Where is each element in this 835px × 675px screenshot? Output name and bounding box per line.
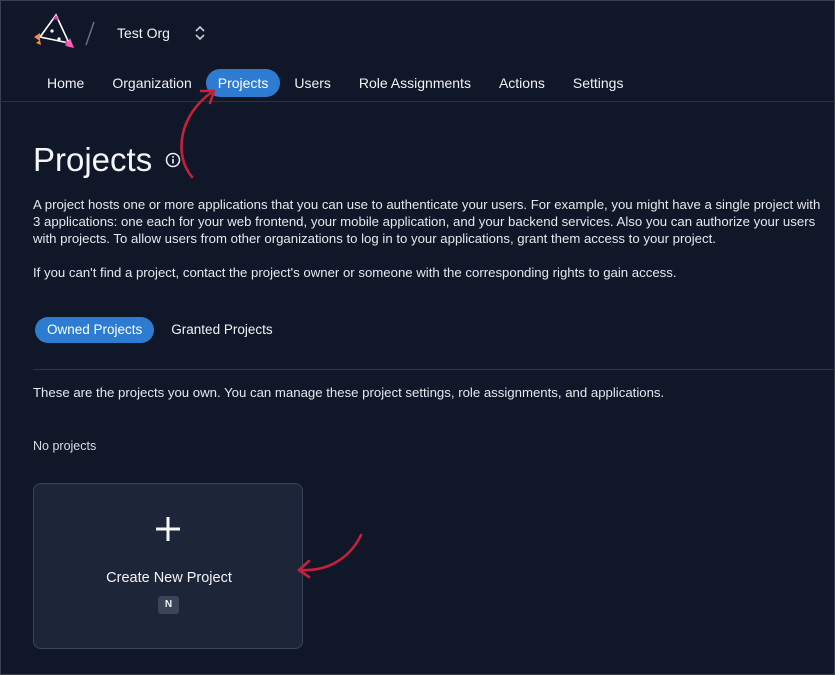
nav-home[interactable]: Home bbox=[33, 69, 98, 97]
page-description-access: If you can't find a project, contact the… bbox=[33, 265, 677, 280]
nav-role-assignments[interactable]: Role Assignments bbox=[345, 69, 485, 97]
annotation-arrow-icon bbox=[297, 533, 363, 579]
nav-settings[interactable]: Settings bbox=[559, 69, 638, 97]
create-new-project-label: Create New Project bbox=[106, 570, 232, 586]
org-name[interactable]: Test Org bbox=[117, 25, 170, 41]
info-icon[interactable] bbox=[165, 152, 181, 168]
page-description: A project hosts one or more applications… bbox=[33, 197, 821, 246]
plus-icon bbox=[156, 517, 180, 541]
tab-granted-projects[interactable]: Granted Projects bbox=[159, 317, 284, 343]
annotation-arrow-icon bbox=[180, 89, 216, 179]
nav-actions[interactable]: Actions bbox=[485, 69, 559, 97]
page-title: Projects bbox=[33, 141, 153, 178]
create-new-project-card[interactable]: Create New Project N bbox=[33, 483, 303, 649]
divider bbox=[33, 369, 835, 370]
keyboard-shortcut-badge: N bbox=[158, 596, 179, 614]
empty-state-text: No projects bbox=[33, 439, 97, 453]
main-nav: Home Organization Projects Users Role As… bbox=[33, 69, 637, 97]
tab-owned-projects[interactable]: Owned Projects bbox=[35, 317, 155, 343]
project-tabs: Owned Projects Granted Projects bbox=[35, 317, 285, 343]
breadcrumb-separator bbox=[85, 21, 95, 46]
nav-users[interactable]: Users bbox=[280, 69, 345, 97]
zitadel-logo-icon[interactable] bbox=[32, 13, 74, 53]
owned-projects-description: These are the projects you own. You can … bbox=[33, 385, 665, 400]
top-header: Test Org Home Organization Projects User… bbox=[0, 0, 835, 102]
chevron-up-down-icon[interactable] bbox=[193, 23, 207, 43]
